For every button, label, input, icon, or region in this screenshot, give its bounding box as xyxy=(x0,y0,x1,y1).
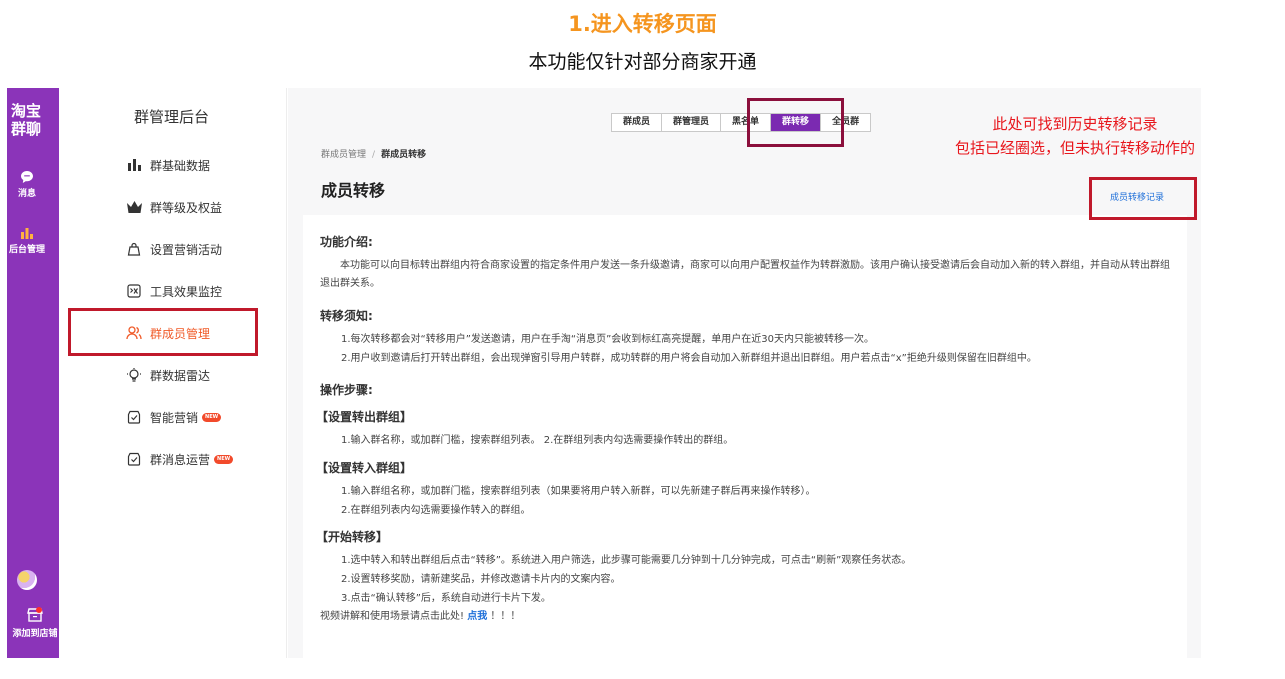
step-text: 3.点击“确认转移”后，系统自动进行卡片下发。 xyxy=(341,593,551,604)
bar-chart-icon xyxy=(21,228,33,239)
sidebar-item-label: 群基础数据 xyxy=(150,158,211,173)
rail-item-messages[interactable]: 消息 xyxy=(7,170,47,199)
tab-admins[interactable]: 群管理员 xyxy=(662,114,722,131)
sidebar-item-tool-monitor[interactable]: 工具效果监控 xyxy=(126,280,222,302)
shield-check-icon xyxy=(126,409,142,425)
highlight-box-member-management xyxy=(68,308,258,356)
step-title: 【设置转入群组】 xyxy=(316,461,413,475)
new-badge: NEW xyxy=(202,412,222,422)
notification-dot xyxy=(36,607,42,613)
step-text: 1.选中转入和转出群组后点击“转移”。系统进入用户筛选，此步骤可能需要几分钟到十… xyxy=(341,555,912,566)
sidebar-item-label: 群消息运营 xyxy=(150,452,211,467)
step-title: 【开始转移】 xyxy=(316,530,389,544)
sidebar-item-group-level[interactable]: 群等级及权益 xyxy=(126,196,222,218)
secondary-sidebar: 群管理后台 群基础数据 群等级及权益 设置营销活动 工具效果监控 群成员管理 群 xyxy=(59,88,287,658)
notice-item: 1.每次转移都会对“转移用户”发送邀请，用户在手淘“消息页”会收到标红高亮提醒，… xyxy=(341,334,874,345)
rail-item-label: 消息 xyxy=(17,189,36,199)
breadcrumb-separator: / xyxy=(372,150,376,160)
bag-icon xyxy=(126,241,142,257)
intro-heading: 功能介绍: xyxy=(320,235,373,249)
main-content: 群成员 群管理员 黑名单 群转移 全员群 群成员管理 / 群成员转移 成员转移 成员… xyxy=(288,88,1201,658)
step-title: 【设置转出群组】 xyxy=(316,410,413,424)
notice-item: 2.用户收到邀请后打开转出群组，会出现弹窗引导用户转群，成功转群的用户将会自动加… xyxy=(341,353,1037,364)
video-help-suffix: ！！！ xyxy=(490,611,521,622)
crown-icon xyxy=(126,199,142,215)
video-help-label: 视频讲解和使用场景请点击此处! xyxy=(320,611,465,622)
sidebar-item-label: 智能营销 xyxy=(150,410,199,425)
section-title: 成员转移 xyxy=(321,181,386,200)
sidebar-item-group-data[interactable]: 群基础数据 xyxy=(126,154,210,176)
app-rail: 淘宝 群聊 消息 后台管理 添加到店铺 xyxy=(7,88,59,658)
breadcrumb-parent[interactable]: 群成员管理 xyxy=(321,150,366,160)
page-subheading: 本功能仅针对部分商家开通 xyxy=(528,51,757,73)
annotation-line: 包括已经圈选，但未执行转移动作的 xyxy=(954,139,1195,157)
add-to-store-button[interactable]: 添加到店铺 xyxy=(7,608,63,639)
bulb-icon xyxy=(126,367,142,383)
annotation-note: 此处可找到历史转移记录 包括已经圈选，但未执行转移动作的 xyxy=(900,112,1250,160)
rail-item-label: 后台管理 xyxy=(8,245,45,255)
video-link[interactable]: 点我 xyxy=(467,611,487,622)
steps-heading: 操作步骤: xyxy=(320,383,373,397)
shield-check-icon xyxy=(126,451,142,467)
sidebar-item-data-radar[interactable]: 群数据雷达 xyxy=(126,364,210,386)
sidebar-item-label: 工具效果监控 xyxy=(150,284,223,299)
highlight-box-record-link xyxy=(1089,177,1197,220)
notice-heading: 转移须知: xyxy=(320,309,373,323)
bar-chart-icon xyxy=(126,157,142,173)
tab-members[interactable]: 群成员 xyxy=(612,114,663,131)
sidebar-item-label: 群数据雷达 xyxy=(150,368,211,383)
step-text: 2.设置转移奖励，请新建奖品，并修改邀请卡片内的文案内容。 xyxy=(341,574,621,585)
highlight-box-transfer-tab xyxy=(747,98,844,147)
sidebar-item-smart-marketing[interactable]: 智能营销 NEW xyxy=(126,406,222,428)
brand-logo[interactable]: 淘宝 群聊 xyxy=(7,102,45,138)
sidebar-item-marketing[interactable]: 设置营销活动 xyxy=(126,238,222,260)
page-heading: 1.进入转移页面 xyxy=(568,12,717,36)
step-text: 1.输入群名称，或加群门槛，搜索群组列表。 2.在群组列表内勾选需要操作转出的群… xyxy=(341,435,734,446)
monitor-icon xyxy=(126,283,142,299)
annotation-line: 此处可找到历史转移记录 xyxy=(992,115,1158,133)
step-text: 2.在群组列表内勾选需要操作转入的群组。 xyxy=(341,505,531,516)
intro-text: 本功能可以向目标转出群组内符合商家设置的指定条件用户发送一条升级邀请，商家可以向… xyxy=(320,260,1170,289)
sidebar-item-message-ops[interactable]: 群消息运营 NEW xyxy=(126,448,234,470)
sidebar-title: 群管理后台 xyxy=(134,108,210,126)
store-label: 添加到店铺 xyxy=(12,629,58,639)
new-badge: NEW xyxy=(214,454,234,464)
breadcrumb: 群成员管理 / 群成员转移 xyxy=(321,147,426,160)
avatar[interactable] xyxy=(17,570,37,590)
rail-item-admin[interactable]: 后台管理 xyxy=(7,226,47,255)
info-card: 功能介绍: 本功能可以向目标转出群组内符合商家设置的指定条件用户发送一条升级邀请… xyxy=(303,215,1187,658)
chat-bubble-icon xyxy=(21,171,33,183)
sidebar-item-label: 设置营销活动 xyxy=(150,242,223,257)
sidebar-item-label: 群等级及权益 xyxy=(150,200,223,215)
step-text: 1.输入群组名称，或加群门槛，搜索群组列表（如果要将用户转入新群，可以先新建子群… xyxy=(341,486,816,497)
breadcrumb-current: 群成员转移 xyxy=(381,150,427,160)
video-help-text: 视频讲解和使用场景请点击此处! 点我 ！！！ xyxy=(320,608,1175,626)
